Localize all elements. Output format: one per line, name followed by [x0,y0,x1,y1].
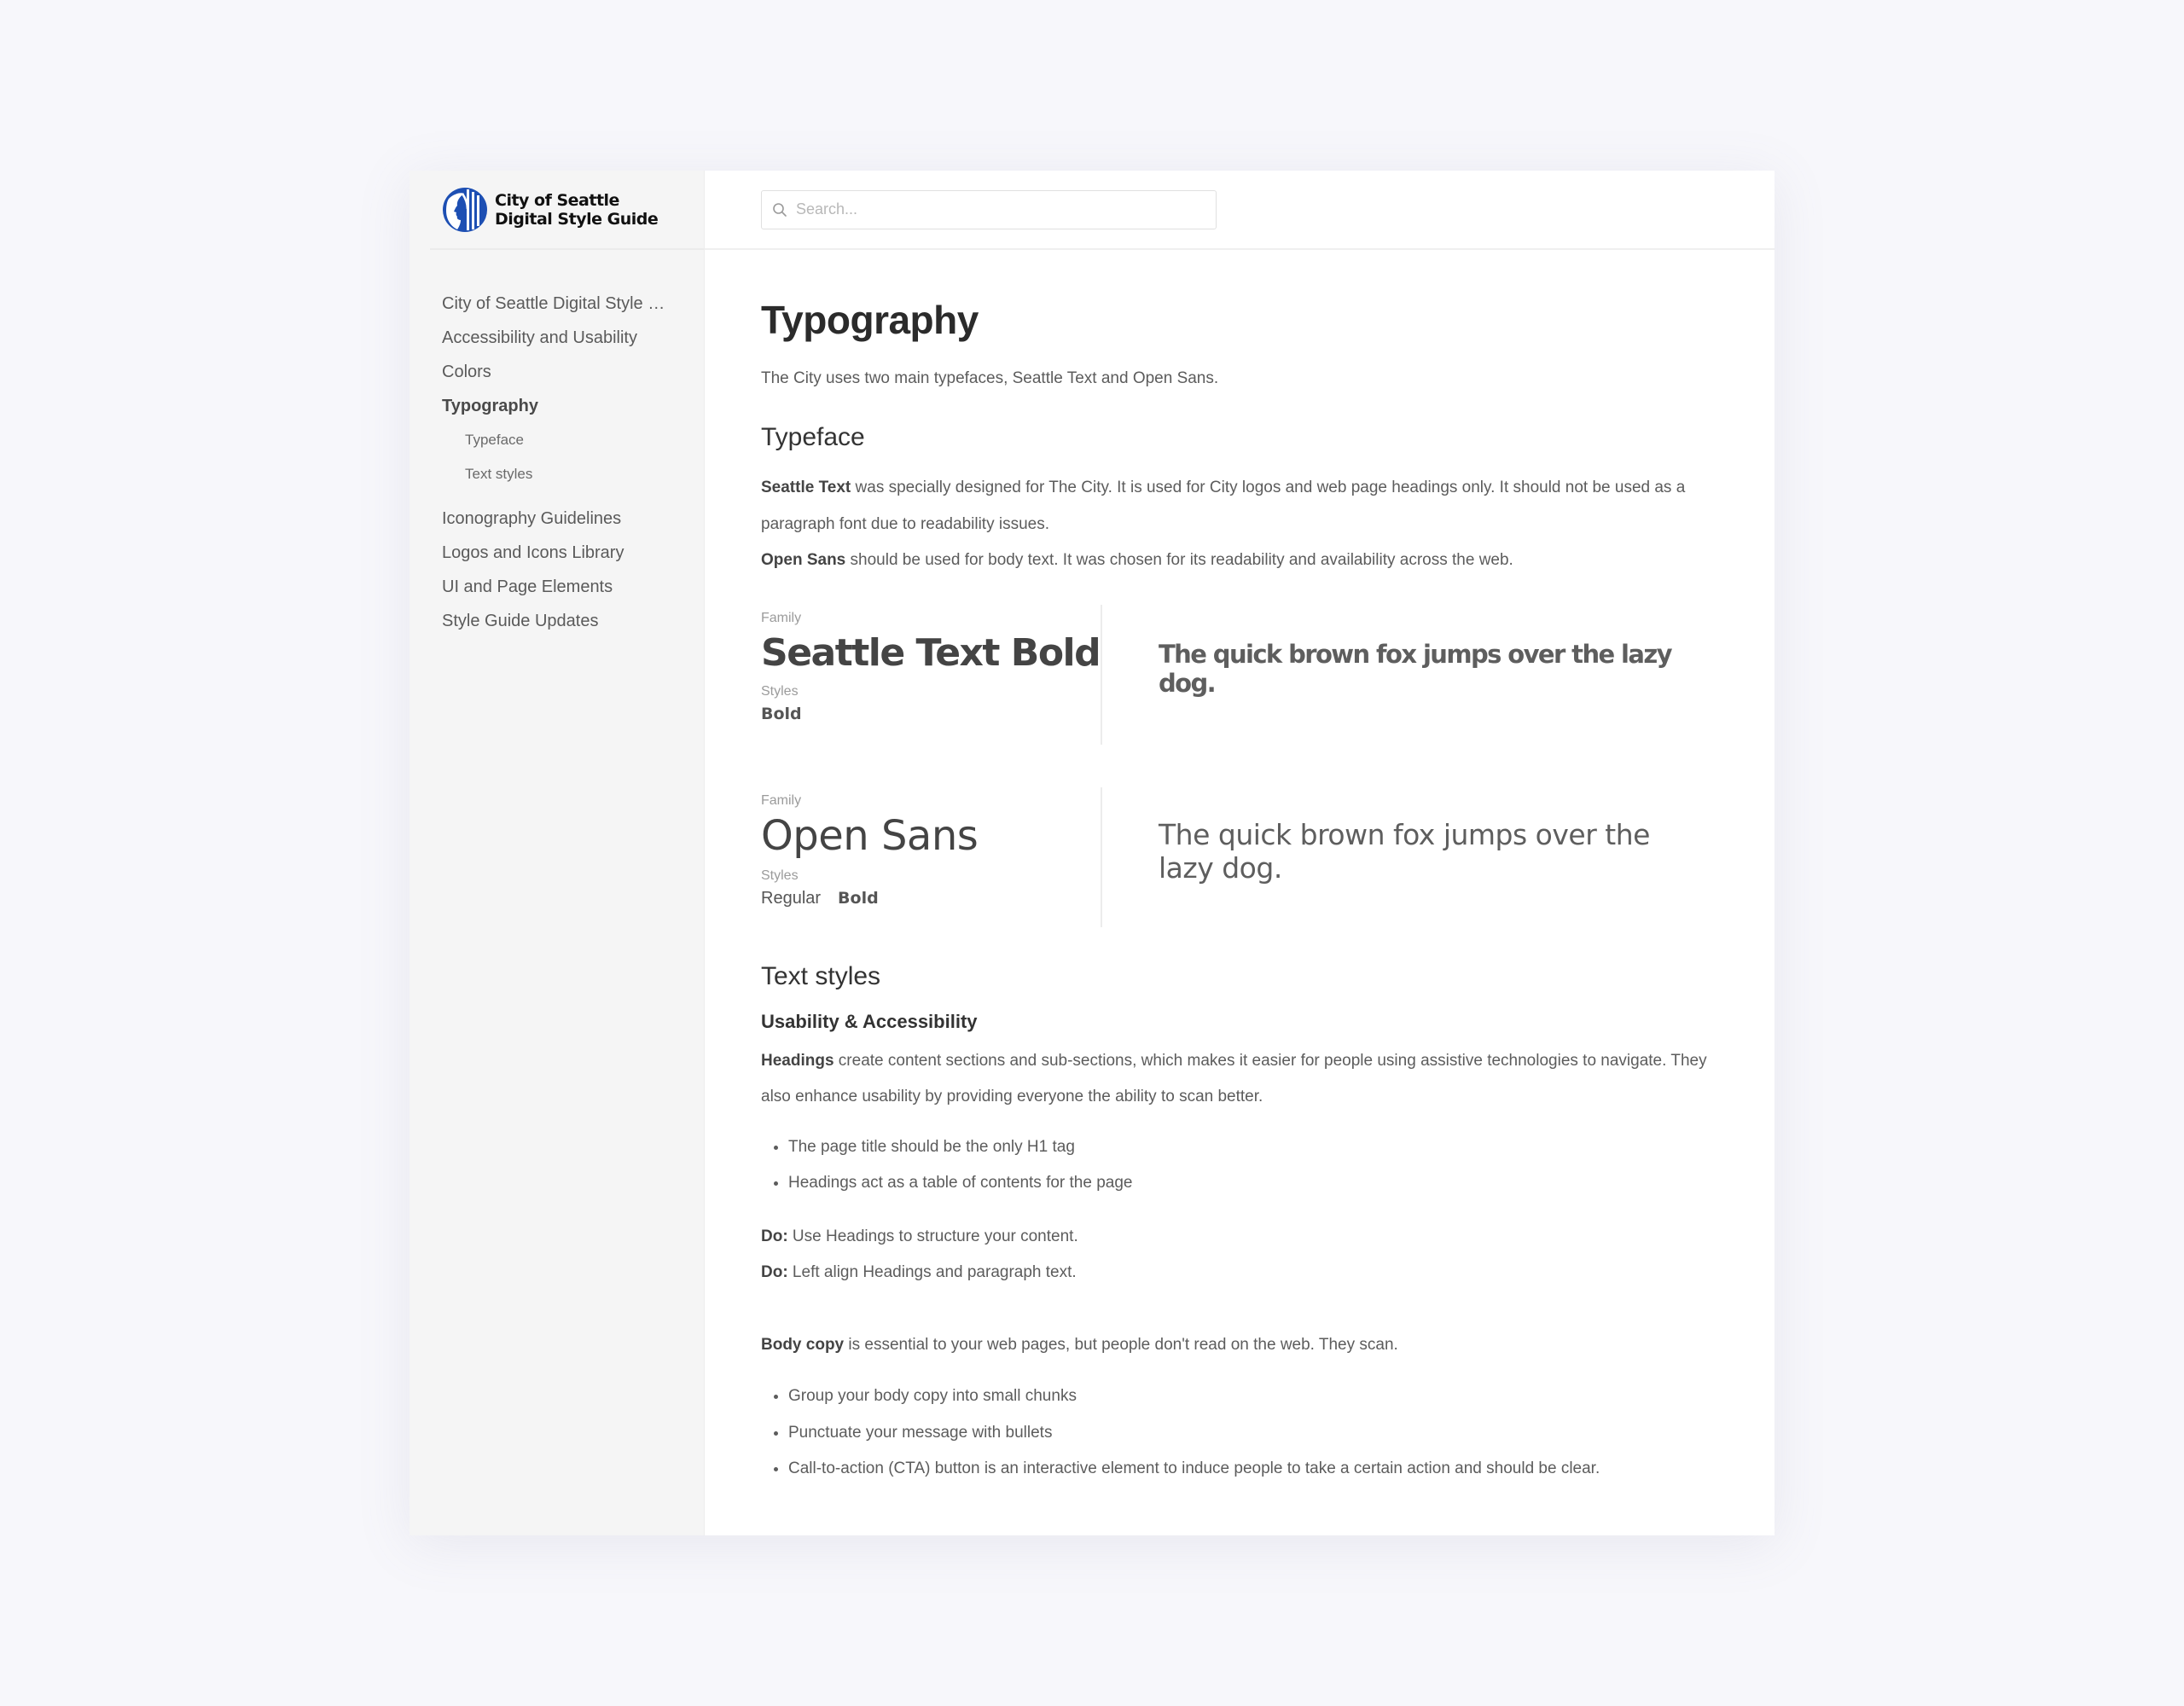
sidebar-item-logos-icons[interactable]: Logos and Icons Library [410,536,665,570]
headings-description: create content sections and sub-sections… [761,1051,1707,1106]
seattle-text-term: Seattle Text [761,479,851,496]
main-content: Typography The City uses two main typefa… [705,171,1774,1535]
headings-bullet-list: The page title should be the only H1 tag… [761,1129,1711,1202]
family-name: Open Sans [761,811,979,860]
styles-list: Bold [761,700,1101,728]
logo-line-2: Digital Style Guide [495,209,659,229]
sidebar-item-accessibility[interactable]: Accessibility and Usability [410,321,665,355]
article: Typography The City uses two main typefa… [705,250,1711,1488]
style-bold: Bold [838,888,879,908]
sidebar: City of Seattle Digital Style Guide City… [410,171,705,1535]
search-icon [773,202,787,217]
body-copy-term: Body copy [761,1335,845,1354]
family-sample: The quick brown fox jumps over the lazy … [1102,787,1711,927]
logo[interactable]: City of Seattle Digital Style Guide [430,171,704,250]
do-label: Do: [761,1227,788,1245]
intro-text: The City uses two main typefaces, Seattl… [761,369,1219,387]
seattle-text-description: was specially designed for The City. It … [761,479,1686,533]
page-title: Typography [761,298,979,342]
seattle-text-paragraph: Seattle Text was specially designed for … [761,470,1711,543]
do-label: Do: [761,1263,788,1281]
sidebar-item-iconography[interactable]: Iconography Guidelines [410,502,665,536]
list-item: The page title should be the only H1 tag [788,1129,1711,1166]
body-copy-description: is essential to your web pages, but peop… [844,1335,1398,1354]
headings-paragraph: Headings create content sections and sub… [761,1043,1711,1116]
sidebar-item-updates[interactable]: Style Guide Updates [410,604,665,638]
open-sans-term: Open Sans [761,551,846,569]
list-item: Call-to-action (CTA) button is an intera… [788,1451,1711,1488]
list-item: Group your body copy into small chunks [788,1378,1711,1415]
sidebar-item-colors[interactable]: Colors [410,355,665,389]
font-family-card-seattle: Family Seattle Text Bold Styles Bold The… [761,604,1711,745]
list-item: Headings act as a table of contents for … [788,1165,1711,1202]
body-copy-bullet-list: Group your body copy into small chunks P… [761,1378,1711,1488]
family-info: Family Open Sans Styles Regular Bold [761,786,1102,927]
search-box[interactable] [761,189,1217,229]
logo-line-1: City of Seattle [495,190,619,210]
do-guidelines: Do: Use Headings to structure your conte… [761,1219,1711,1291]
sample-text: The quick brown fox jumps over the lazy … [1159,817,1650,885]
sidebar-item-ui-elements[interactable]: UI and Page Elements [410,570,665,604]
do-line: Do: Use Headings to structure your conte… [761,1219,1711,1256]
do-line: Do: Left align Headings and paragraph te… [761,1255,1711,1291]
styles-label: Styles [761,868,799,883]
family-label: Family [761,610,802,625]
search-input[interactable] [796,200,1205,218]
section-heading-text-styles: Text styles [761,961,881,990]
section-heading-typeface: Typeface [761,423,865,451]
font-family-card-open-sans: Family Open Sans Styles Regular Bold The … [761,786,1711,927]
top-bar [705,171,1774,250]
sidebar-subitem-text-styles[interactable]: Text styles [410,457,704,491]
subheading-usability: Usability & Accessibility [761,1010,978,1032]
list-item: Punctuate your message with bullets [788,1415,1711,1452]
sidebar-item-typography[interactable]: Typography [410,389,665,423]
family-label: Family [761,792,802,808]
sample-text: The quick brown fox jumps over the lazy … [1159,639,1673,698]
open-sans-paragraph: Open Sans should be used for body text. … [761,543,1711,579]
sidebar-nav: City of Seattle Digital Style Guide Acce… [410,250,704,638]
headings-term: Headings [761,1051,834,1070]
sidebar-subitem-typeface[interactable]: Typeface [410,423,704,457]
sidebar-item-overview[interactable]: City of Seattle Digital Style Guide [410,287,665,321]
styles-label: Styles [761,683,799,699]
seattle-logo-icon [443,187,487,232]
style-regular: Regular [761,888,822,908]
family-sample: The quick brown fox jumps over the lazy … [1102,605,1711,745]
body-copy-paragraph: Body copy is essential to your web pages… [761,1327,1711,1364]
style-bold: Bold [761,704,802,723]
app-window: City of Seattle Digital Style Guide City… [410,171,1774,1535]
styles-list: Regular Bold [761,885,1101,912]
do-text: Use Headings to structure your content. [787,1227,1078,1245]
do-text: Left align Headings and paragraph text. [787,1263,1077,1281]
open-sans-description: should be used for body text. It was cho… [845,551,1513,569]
family-info: Family Seattle Text Bold Styles Bold [761,604,1102,745]
family-name: Seattle Text Bold [761,630,1101,675]
